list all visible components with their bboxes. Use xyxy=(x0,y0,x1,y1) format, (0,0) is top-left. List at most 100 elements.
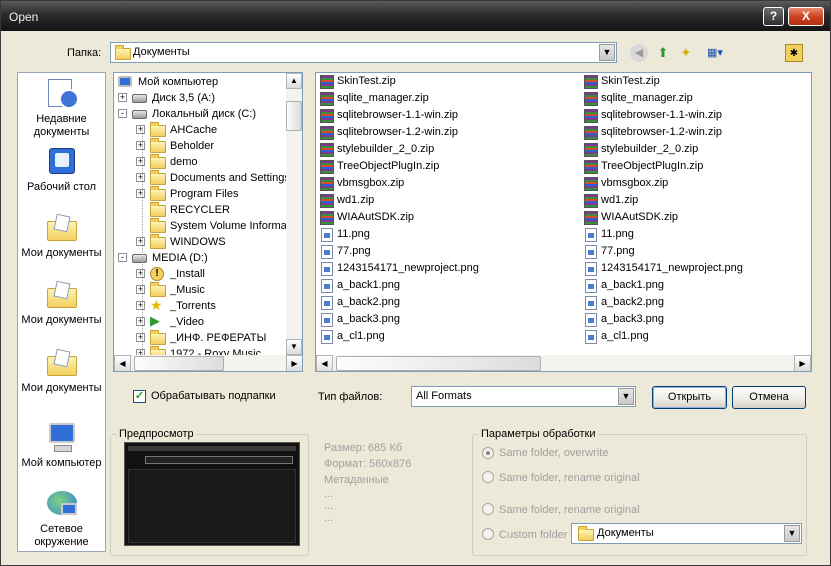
back-icon[interactable]: ◀ xyxy=(630,44,648,62)
favorites-icon[interactable]: ✱ xyxy=(785,44,803,62)
file-item[interactable]: sqlitebrowser-1.1-win.zip xyxy=(584,108,811,125)
scroll-up-icon[interactable]: ▲ xyxy=(286,73,302,89)
file-item[interactable]: a_back1.png xyxy=(584,278,811,295)
expand-icon[interactable]: + xyxy=(136,173,145,182)
up-folder-icon[interactable]: ⬆ xyxy=(654,44,672,62)
place-my-computer[interactable]: Мой компьютер xyxy=(18,421,105,470)
tree-item[interactable]: + WINDOWS xyxy=(114,234,286,250)
expand-icon[interactable]: + xyxy=(136,125,145,134)
location-combo[interactable]: Документы ▼ xyxy=(110,42,617,63)
place-my-documents-3[interactable]: Мои документы xyxy=(18,346,105,395)
file-item[interactable]: a_back2.png xyxy=(584,295,811,312)
file-list[interactable]: SkinTest.zip sqlite_manager.zip sqlitebrow… xyxy=(315,72,812,372)
scroll-left-icon[interactable]: ◀ xyxy=(316,355,333,371)
file-item[interactable]: TreeObjectPlugIn.zip xyxy=(320,159,560,176)
expand-icon[interactable]: + xyxy=(136,189,145,198)
file-item[interactable]: a_cl1.png xyxy=(320,329,560,346)
new-folder-icon[interactable]: ✦ xyxy=(677,44,695,62)
radio-overwrite[interactable] xyxy=(482,447,494,459)
subfolders-checkbox[interactable]: ✓ xyxy=(133,390,146,403)
help-button[interactable]: ? xyxy=(763,7,784,26)
expand-icon[interactable]: + xyxy=(136,237,145,246)
filetype-select[interactable]: All Formats ▼ xyxy=(411,386,636,407)
tree-item[interactable]: + _Music xyxy=(114,282,286,298)
file-item[interactable]: stylebuilder_2_0.zip xyxy=(584,142,811,159)
file-item[interactable]: stylebuilder_2_0.zip xyxy=(320,142,560,159)
scroll-right-icon[interactable]: ▶ xyxy=(794,355,811,371)
file-item[interactable]: WIAAutSDK.zip xyxy=(584,210,811,227)
custom-folder-combo[interactable]: Документы ▼ xyxy=(571,523,802,544)
file-item[interactable]: sqlite_manager.zip xyxy=(320,91,560,108)
file-item[interactable]: 1243154171_newproject.png xyxy=(584,261,811,278)
folder-tree[interactable]: Мой компьютер + Диск 3,5 (A:) - Локальный ди… xyxy=(113,72,303,372)
tree-item[interactable]: + ▶ _Video xyxy=(114,314,286,330)
expand-icon[interactable]: + xyxy=(136,285,145,294)
tree-item[interactable]: RECYCLER xyxy=(114,202,286,218)
file-item[interactable]: sqlitebrowser-1.1-win.zip xyxy=(320,108,560,125)
expand-icon[interactable]: + xyxy=(136,141,145,150)
radio-custom-folder[interactable] xyxy=(482,528,494,540)
view-menu-icon[interactable]: ▦▾ xyxy=(702,44,728,62)
tree-item[interactable]: + ★ _Torrents xyxy=(114,298,286,314)
close-button[interactable]: X xyxy=(788,7,824,26)
chevron-down-icon[interactable]: ▼ xyxy=(599,44,615,61)
file-item[interactable]: 11.png xyxy=(320,227,560,244)
title-bar[interactable]: Open ? X xyxy=(1,1,830,31)
tree-item[interactable]: + Beholder xyxy=(114,138,286,154)
tree-item[interactable]: + _ИНФ. РЕФЕРАТЫ xyxy=(114,330,286,346)
file-item[interactable]: wd1.zip xyxy=(320,193,560,210)
files-horizontal-scrollbar[interactable]: ◀ ▶ xyxy=(316,355,811,371)
tree-item[interactable]: - MEDIA (D:) xyxy=(114,250,286,266)
cancel-button[interactable]: Отмена xyxy=(732,386,806,409)
file-item[interactable]: wd1.zip xyxy=(584,193,811,210)
tree-item[interactable]: + Documents and Settings xyxy=(114,170,290,186)
file-item[interactable]: 1243154171_newproject.png xyxy=(320,261,560,278)
place-desktop[interactable]: Рабочий стол xyxy=(18,145,105,194)
file-item[interactable]: 77.png xyxy=(584,244,811,261)
expand-icon[interactable]: + xyxy=(136,301,145,310)
file-item[interactable]: 77.png xyxy=(320,244,560,261)
file-item[interactable]: vbmsgbox.zip xyxy=(584,176,811,193)
file-item[interactable]: a_cl1.png xyxy=(584,329,811,346)
file-item[interactable]: a_back2.png xyxy=(320,295,560,312)
chevron-down-icon[interactable]: ▼ xyxy=(618,388,634,405)
file-item[interactable]: SkinTest.zip xyxy=(320,74,560,91)
file-item[interactable]: 11.png xyxy=(584,227,811,244)
tree-item[interactable]: + demo xyxy=(114,154,286,170)
file-item[interactable]: TreeObjectPlugIn.zip xyxy=(584,159,811,176)
file-item[interactable]: vbmsgbox.zip xyxy=(320,176,560,193)
place-my-documents-2[interactable]: Мои документы xyxy=(18,278,105,327)
scroll-right-icon[interactable]: ▶ xyxy=(286,355,302,371)
scroll-left-icon[interactable]: ◀ xyxy=(114,355,131,371)
file-item[interactable]: a_back3.png xyxy=(584,312,811,329)
scroll-thumb[interactable] xyxy=(336,356,541,371)
tree-item[interactable]: + Program Files xyxy=(114,186,286,202)
file-item[interactable]: a_back3.png xyxy=(320,312,560,329)
scroll-down-icon[interactable]: ▼ xyxy=(286,339,302,355)
place-network[interactable]: Сетевое окружение xyxy=(18,487,105,549)
tree-item[interactable]: Мой компьютер xyxy=(114,74,286,90)
file-item[interactable]: a_back1.png xyxy=(320,278,560,295)
expand-icon[interactable]: + xyxy=(136,317,145,326)
place-my-documents-1[interactable]: Мои документы xyxy=(18,211,105,260)
expand-icon[interactable]: + xyxy=(136,157,145,166)
open-button[interactable]: Открыть xyxy=(652,386,727,409)
tree-item[interactable]: System Volume Informatio xyxy=(114,218,298,234)
expand-icon[interactable]: + xyxy=(136,269,145,278)
file-item[interactable]: sqlitebrowser-1.2-win.zip xyxy=(320,125,560,142)
collapse-icon[interactable]: - xyxy=(118,109,127,118)
collapse-icon[interactable]: - xyxy=(118,253,127,262)
tree-vertical-scrollbar[interactable]: ▲ ▼ xyxy=(286,73,302,355)
tree-item[interactable]: +! _Install xyxy=(114,266,286,282)
file-item[interactable]: WIAAutSDK.zip xyxy=(320,210,560,227)
file-item[interactable]: sqlite_manager.zip xyxy=(584,91,811,108)
expand-icon[interactable]: + xyxy=(136,333,145,342)
tree-item[interactable]: + Диск 3,5 (A:) xyxy=(114,90,286,106)
tree-item[interactable]: - Локальный диск (C:) xyxy=(114,106,286,122)
chevron-down-icon[interactable]: ▼ xyxy=(784,525,800,542)
tree-item[interactable]: + AHCache xyxy=(114,122,286,138)
place-recent[interactable]: Недавние документы xyxy=(18,77,105,139)
scroll-thumb[interactable] xyxy=(134,356,224,371)
radio-rename-2[interactable] xyxy=(482,503,494,515)
scroll-thumb[interactable] xyxy=(286,101,302,131)
